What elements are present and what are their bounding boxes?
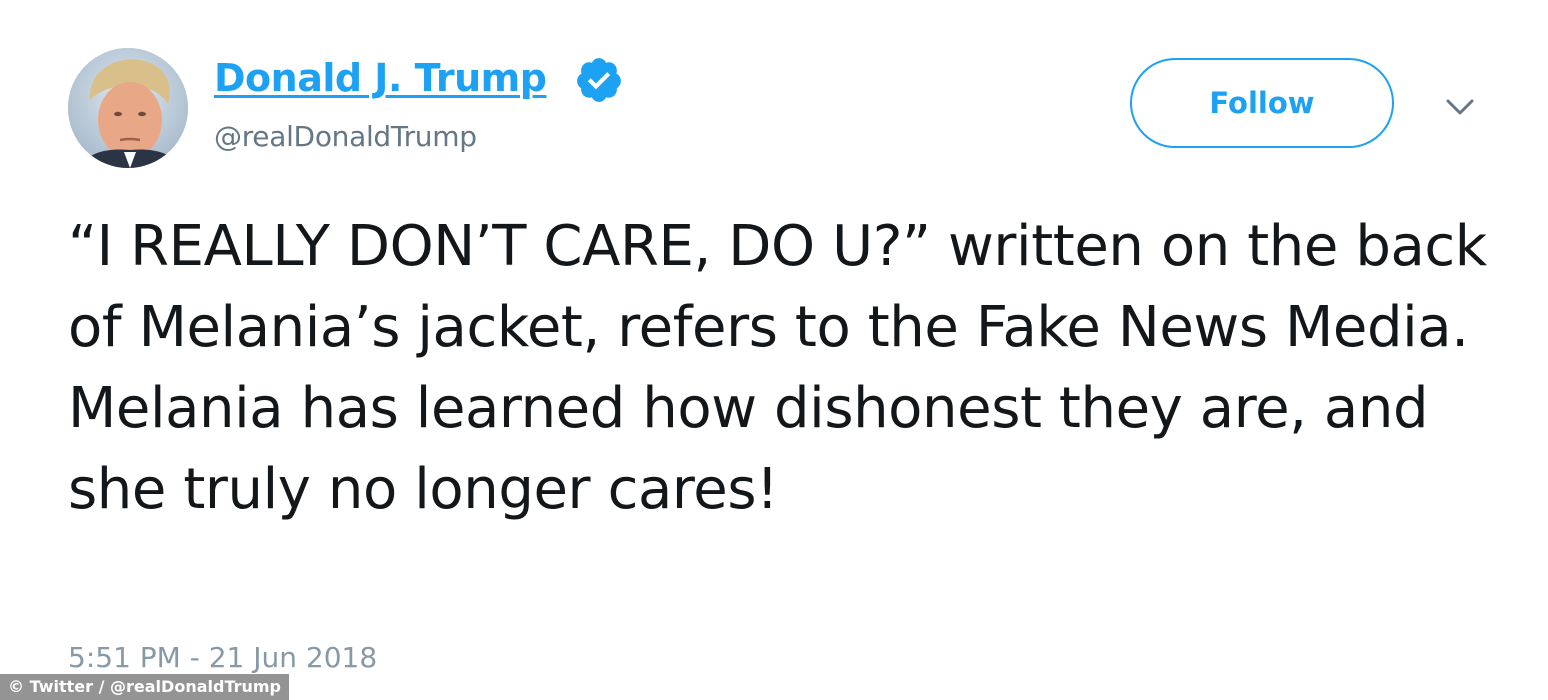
tweet-timestamp[interactable]: 5:51 PM - 21 Jun 2018	[68, 641, 377, 674]
author-display-name[interactable]: Donald J. Trump	[214, 56, 547, 100]
follow-button[interactable]: Follow	[1130, 58, 1394, 148]
chevron-down-icon[interactable]	[1440, 92, 1480, 122]
image-credit: © Twitter / @realDonaldTrump	[0, 674, 289, 700]
tweet-text: “I REALLY DON’T CARE, DO U?” written on …	[68, 214, 1487, 522]
avatar[interactable]	[68, 48, 188, 168]
author-handle[interactable]: @realDonaldTrump	[214, 120, 477, 153]
verified-badge-icon	[577, 58, 621, 102]
tweet-card: Donald J. Trump @realDonaldTrump Follow …	[0, 0, 1548, 700]
